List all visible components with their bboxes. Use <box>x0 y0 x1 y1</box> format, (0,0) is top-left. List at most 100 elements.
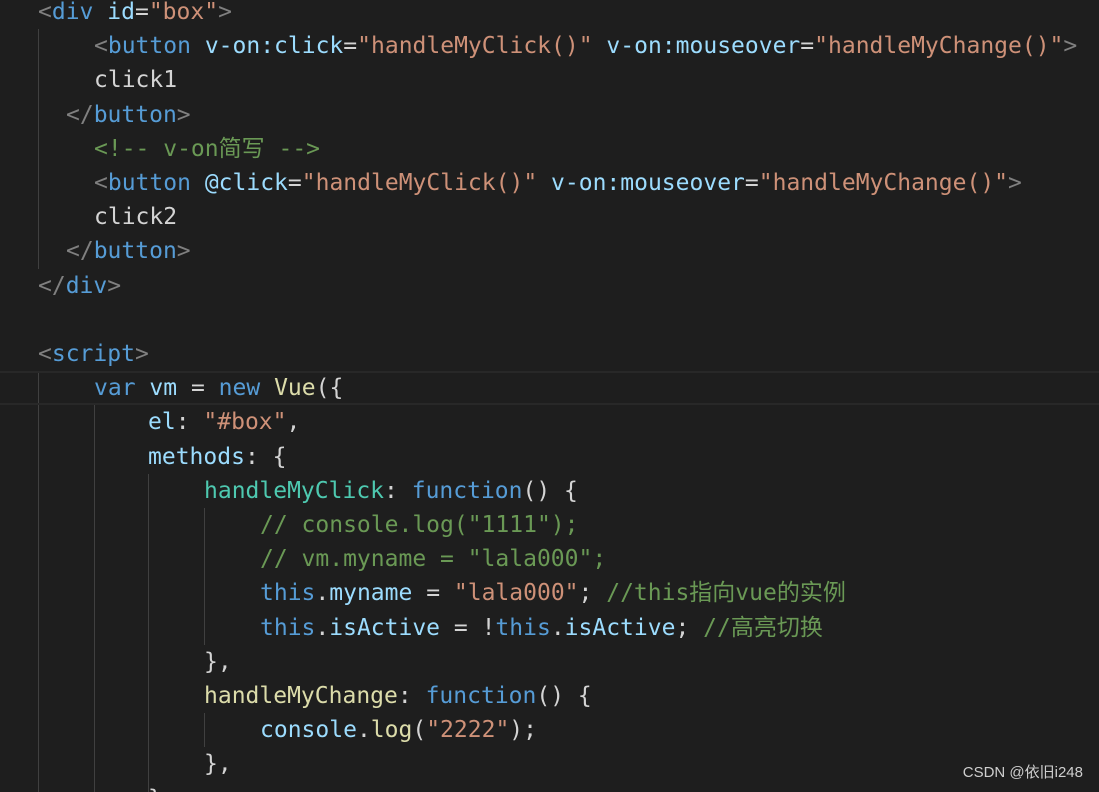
code-token: = <box>412 580 454 607</box>
code-token: ); <box>509 717 537 744</box>
code-line[interactable]: el: "#box", <box>0 405 1099 439</box>
code-token: v-on:mouseover <box>606 33 801 60</box>
code-token: "handleMyChange()" <box>758 170 1009 196</box>
code-token: v-on:click <box>204 33 344 60</box>
code-line[interactable]: click1 <box>0 63 1099 97</box>
code-token: new <box>218 375 261 402</box>
code-line[interactable]: </button> <box>0 234 1099 268</box>
code-token: = <box>800 33 815 60</box>
code-token: "box" <box>148 0 219 25</box>
code-token: var <box>94 375 136 402</box>
code-line[interactable]: var vm = new Vue({ <box>0 371 1099 406</box>
code-line[interactable]: }, <box>0 747 1099 781</box>
code-token: = ! <box>440 614 496 641</box>
code-token: = <box>287 170 302 196</box>
code-line[interactable]: click2 <box>0 200 1099 234</box>
code-token: : <box>175 409 204 436</box>
code-token: el <box>148 409 176 436</box>
code-token: log <box>370 717 413 744</box>
code-token: div <box>51 0 94 25</box>
code-token: // vm.myname = "lala000"; <box>260 546 607 573</box>
code-token: < <box>94 170 108 196</box>
code-token: myname <box>329 580 413 607</box>
code-line[interactable]: }, <box>0 645 1099 679</box>
code-token: vm <box>149 375 178 402</box>
code-token: { <box>329 375 344 402</box>
code-line[interactable] <box>0 303 1099 337</box>
code-line[interactable]: console.log("2222"); <box>0 713 1099 747</box>
code-token: < <box>94 33 108 60</box>
code-token: > <box>176 238 191 265</box>
code-token: id <box>107 0 135 25</box>
code-line[interactable]: methods: { <box>0 440 1099 474</box>
code-token: </ <box>66 101 94 128</box>
code-token: . <box>315 614 330 641</box>
code-token: button <box>107 33 191 60</box>
code-token: this <box>260 614 316 641</box>
code-line[interactable]: </div> <box>0 269 1099 303</box>
code-line[interactable]: <div id="box"> <box>0 0 1099 29</box>
code-token: = <box>343 33 358 60</box>
code-token: this <box>495 614 551 641</box>
code-token: button <box>93 101 177 128</box>
code-token: < <box>38 341 52 367</box>
code-token: , <box>286 409 301 436</box>
code-line[interactable]: handleMyChange: function() { <box>0 679 1099 713</box>
code-token: () { <box>536 683 592 709</box>
code-token: isActive <box>329 614 441 641</box>
code-token: //this指向vue的实例 <box>606 580 846 607</box>
code-line[interactable]: </button> <box>0 98 1099 132</box>
code-line[interactable]: <!-- v-on简写 --> <box>0 132 1099 166</box>
code-line[interactable]: this.isActive = !this.isActive; //高亮切换 <box>0 611 1099 645</box>
code-token: . <box>315 580 330 607</box>
code-token: : <box>384 477 412 504</box>
code-token: ( <box>412 717 427 744</box>
code-token: <!-- v-on简写 --> <box>94 135 321 162</box>
code-line[interactable]: <script> <box>0 337 1099 371</box>
code-token: = <box>744 170 759 196</box>
code-token: }, <box>148 786 176 792</box>
code-token: = <box>177 375 219 402</box>
code-line[interactable]: <button @click="handleMyClick()" v-on:mo… <box>0 166 1099 200</box>
code-token: ; <box>578 580 607 607</box>
code-token: this <box>260 580 316 607</box>
code-token: handleMyChange <box>204 683 398 709</box>
code-line[interactable]: <button v-on:click="handleMyClick()" v-o… <box>0 29 1099 63</box>
code-token: = <box>134 0 149 25</box>
code-token: . <box>550 614 565 641</box>
code-token: > <box>1008 170 1022 196</box>
code-token: script <box>51 341 135 367</box>
code-token: button <box>107 170 191 196</box>
code-token: "2222" <box>426 717 510 744</box>
code-token: div <box>65 272 108 299</box>
code-token: "lala000" <box>453 580 579 607</box>
code-token: </ <box>66 238 94 265</box>
code-token: console <box>260 717 357 744</box>
code-line[interactable]: // console.log("1111"); <box>0 508 1099 542</box>
code-editor[interactable]: <div id="box"> <button v-on:click="handle… <box>0 0 1099 792</box>
code-token: v-on:mouseover <box>551 170 745 196</box>
code-token: "handleMyClick()" <box>301 170 538 196</box>
code-token: ; <box>675 614 704 641</box>
code-token: click1 <box>94 67 178 94</box>
code-token: click2 <box>94 204 178 231</box>
code-token: }, <box>204 751 232 778</box>
code-token: "handleMyChange()" <box>814 33 1064 60</box>
code-line[interactable]: }, <box>0 782 1099 792</box>
code-line[interactable]: handleMyClick: function() { <box>0 474 1099 508</box>
code-token: button <box>93 238 177 265</box>
code-line[interactable]: this.myname = "lala000"; //this指向vue的实例 <box>0 576 1099 610</box>
code-token: > <box>134 341 149 367</box>
code-line[interactable]: // vm.myname = "lala000"; <box>0 542 1099 576</box>
code-token: }, <box>204 648 232 675</box>
code-token: Vue <box>274 375 316 402</box>
code-token: @click <box>204 170 288 196</box>
code-token: : <box>397 683 426 709</box>
code-token: < <box>38 0 52 25</box>
